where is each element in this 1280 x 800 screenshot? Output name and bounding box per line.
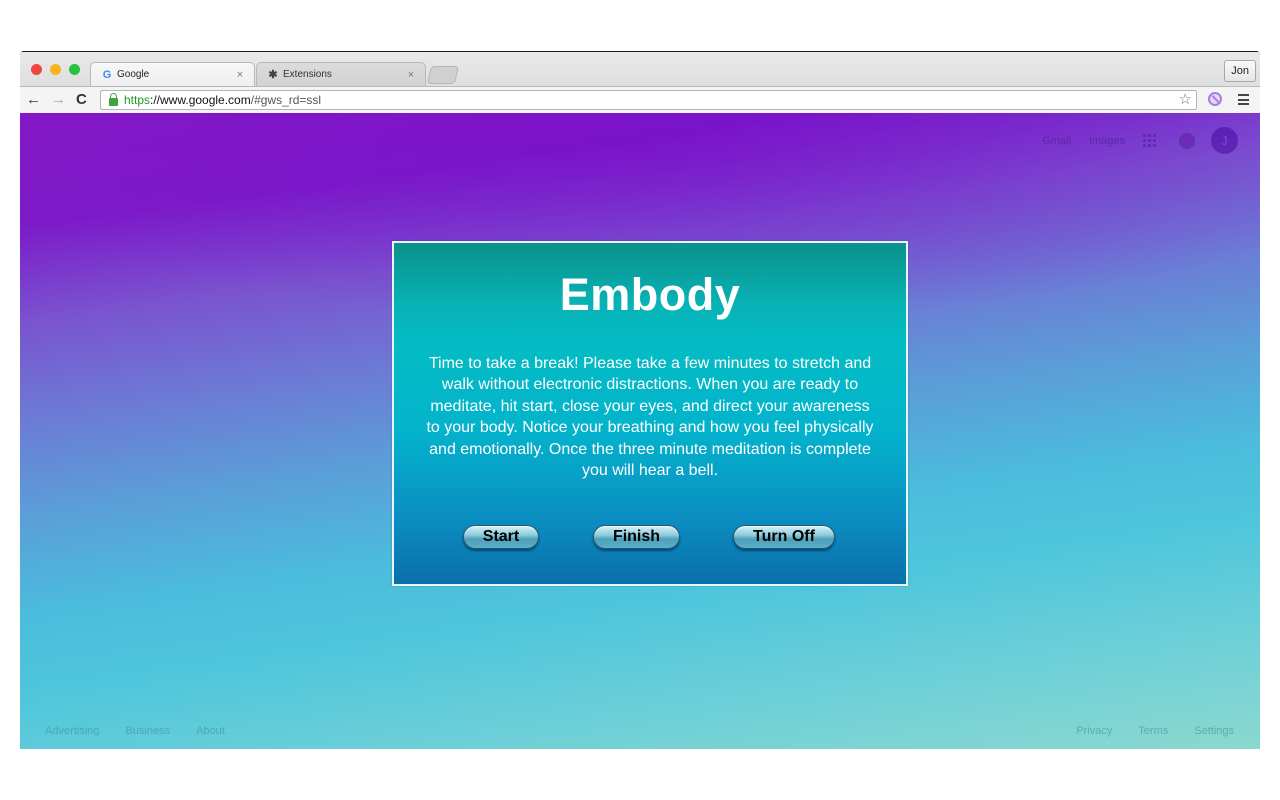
browser-window: G Google × ✱ Extensions × Jon ← → C http… — [20, 51, 1260, 749]
business-link[interactable]: Business — [125, 725, 170, 737]
google-g-icon: G — [102, 68, 112, 81]
forward-arrow-icon[interactable]: → — [51, 91, 66, 109]
about-link[interactable]: About — [196, 725, 225, 737]
terms-link[interactable]: Terms — [1138, 725, 1168, 737]
dialog-buttons: Start Finish Turn Off — [394, 525, 906, 551]
settings-link[interactable]: Settings — [1194, 725, 1234, 737]
extension-icon[interactable] — [1208, 92, 1222, 106]
back-arrow-icon[interactable]: ← — [26, 91, 41, 109]
browser-chrome: G Google × ✱ Extensions × Jon ← → C http… — [20, 51, 1260, 114]
address-bar[interactable]: https://www.google.com/#gws_rd=ssl ☆ — [100, 90, 1197, 110]
url-host: ://www.google.com — [150, 93, 251, 107]
close-tab-icon[interactable]: × — [403, 69, 419, 81]
tab-title: Google — [117, 69, 150, 80]
new-tab-button[interactable] — [427, 66, 459, 84]
apps-grid-icon[interactable] — [1143, 133, 1157, 148]
turn-off-button[interactable]: Turn Off — [733, 525, 835, 549]
puzzle-piece-icon: ✱ — [268, 69, 278, 81]
privacy-link[interactable]: Privacy — [1076, 725, 1112, 737]
bookmark-star-icon[interactable]: ☆ — [1179, 91, 1192, 109]
close-window-button[interactable] — [31, 64, 42, 75]
close-tab-icon[interactable]: × — [232, 69, 248, 81]
profile-button[interactable]: Jon — [1224, 60, 1256, 82]
google-top-bar: Gmail Images J — [1042, 127, 1238, 154]
dialog-message: Time to take a break! Please take a few … — [426, 355, 874, 480]
tab-google[interactable]: G Google × — [90, 62, 255, 86]
url-scheme: https — [124, 93, 151, 107]
url-path: /#gws_rd=ssl — [250, 93, 322, 107]
reload-icon[interactable]: C — [76, 91, 87, 109]
hamburger-menu-icon[interactable] — [1238, 94, 1249, 108]
start-button[interactable]: Start — [463, 525, 539, 549]
notifications-icon[interactable] — [1179, 132, 1195, 149]
avatar[interactable]: J — [1211, 127, 1238, 154]
finish-button[interactable]: Finish — [593, 525, 680, 549]
window-controls — [31, 64, 80, 75]
maximize-window-button[interactable] — [69, 64, 80, 75]
tab-extensions[interactable]: ✱ Extensions × — [256, 62, 426, 86]
images-link[interactable]: Images — [1089, 135, 1125, 147]
advertising-link[interactable]: Advertising — [45, 725, 99, 737]
footer-left: Advertising Business About — [45, 725, 251, 737]
gmail-link[interactable]: Gmail — [1042, 135, 1071, 147]
dialog-title: Embody — [559, 269, 741, 320]
footer-right: Privacy Terms Settings — [1050, 725, 1234, 737]
lock-icon — [109, 93, 118, 106]
google-page: Gmail Images J Advertising Business Abou… — [20, 113, 1260, 749]
minimize-window-button[interactable] — [50, 64, 61, 75]
toolbar: ← → C https://www.google.com/#gws_rd=ssl… — [20, 86, 1260, 114]
tab-title: Extensions — [283, 69, 332, 80]
embody-dialog: Embody Time to take a break! Please take… — [392, 241, 908, 586]
